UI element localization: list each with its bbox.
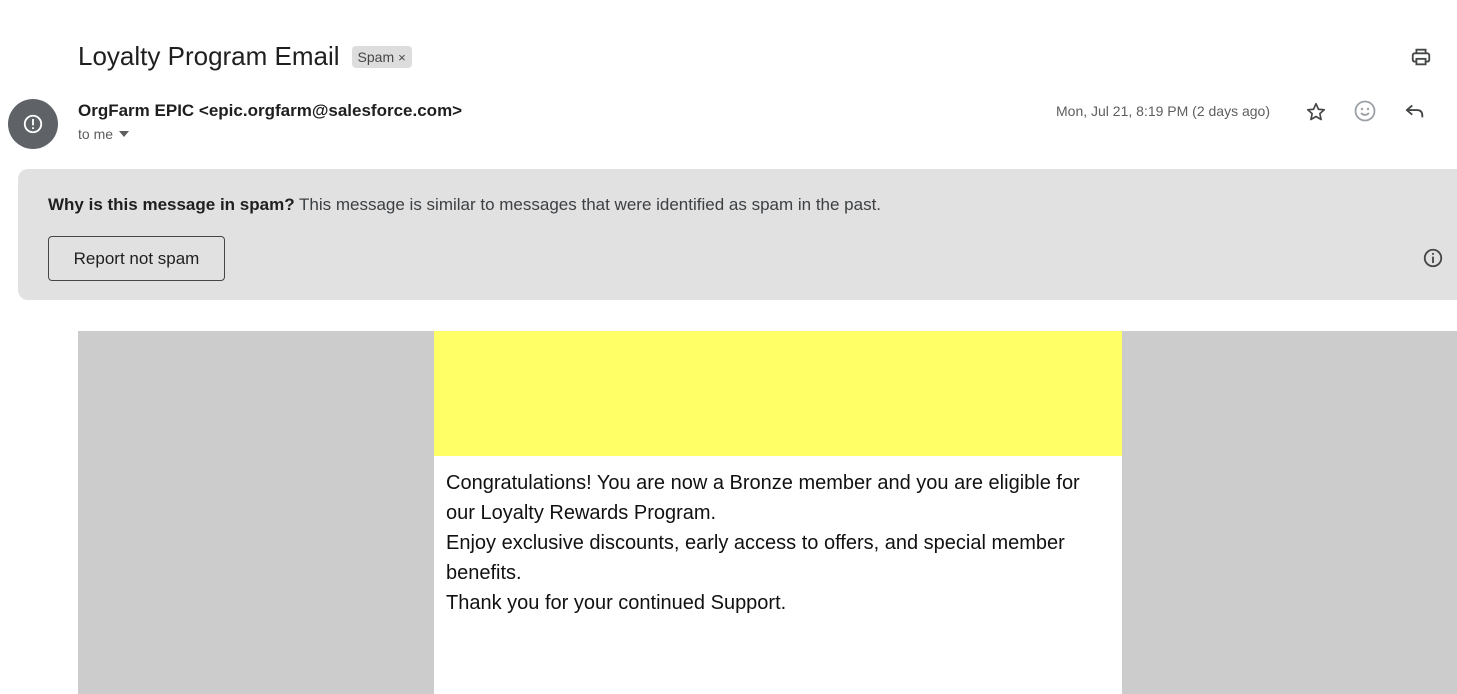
- print-button[interactable]: [1405, 41, 1437, 73]
- caret-down-icon: [119, 131, 130, 137]
- email-body-frame: Congratulations! You are now a Bronze me…: [78, 331, 1457, 694]
- email-content-column: Congratulations! You are now a Bronze me…: [434, 331, 1122, 694]
- spam-label-chip: Spam ×: [351, 46, 412, 68]
- spam-warning-banner: Why is this message in spam? This messag…: [18, 169, 1457, 300]
- subject-row: Loyalty Program Email Spam ×: [78, 38, 412, 74]
- alert-icon: [23, 114, 43, 134]
- sender-name: OrgFarm EPIC <epic.orgfarm@salesforce.co…: [78, 101, 463, 120]
- reply-icon: [1405, 104, 1424, 118]
- spam-label-text: Spam: [357, 49, 395, 65]
- recipient-details-toggle[interactable]: to me: [78, 126, 130, 142]
- message-line: Enjoy exclusive discounts, early access …: [446, 532, 1065, 584]
- add-reaction-button[interactable]: [1349, 95, 1381, 127]
- emoji-icon: [1354, 100, 1376, 122]
- remove-label-button[interactable]: ×: [398, 50, 406, 65]
- email-message: Congratulations! You are now a Bronze me…: [434, 456, 1122, 618]
- spam-reason-heading: Why is this message in spam?: [48, 195, 295, 214]
- report-not-spam-button[interactable]: Report not spam: [48, 236, 225, 281]
- message-line: Congratulations! You are now a Bronze me…: [446, 472, 1080, 524]
- message-line: Thank you for your continued Support.: [446, 592, 787, 614]
- star-button[interactable]: [1300, 96, 1332, 128]
- reply-button[interactable]: [1399, 95, 1431, 127]
- spam-reason-text: Why is this message in spam? This messag…: [48, 194, 881, 216]
- print-icon: [1411, 48, 1431, 66]
- info-icon: [1423, 248, 1443, 268]
- email-header-banner: [434, 331, 1122, 456]
- email-view: Loyalty Program Email Spam × OrgFarm EPI…: [0, 0, 1457, 694]
- spam-info-button[interactable]: [1417, 242, 1449, 274]
- spam-reason-detail: This message is similar to messages that…: [294, 195, 882, 214]
- email-subject: Loyalty Program Email: [78, 41, 340, 71]
- email-timestamp: Mon, Jul 21, 8:19 PM (2 days ago): [1056, 103, 1270, 119]
- recipient-text: to me: [78, 126, 114, 142]
- sender-avatar[interactable]: [8, 99, 58, 149]
- star-icon: [1306, 102, 1326, 121]
